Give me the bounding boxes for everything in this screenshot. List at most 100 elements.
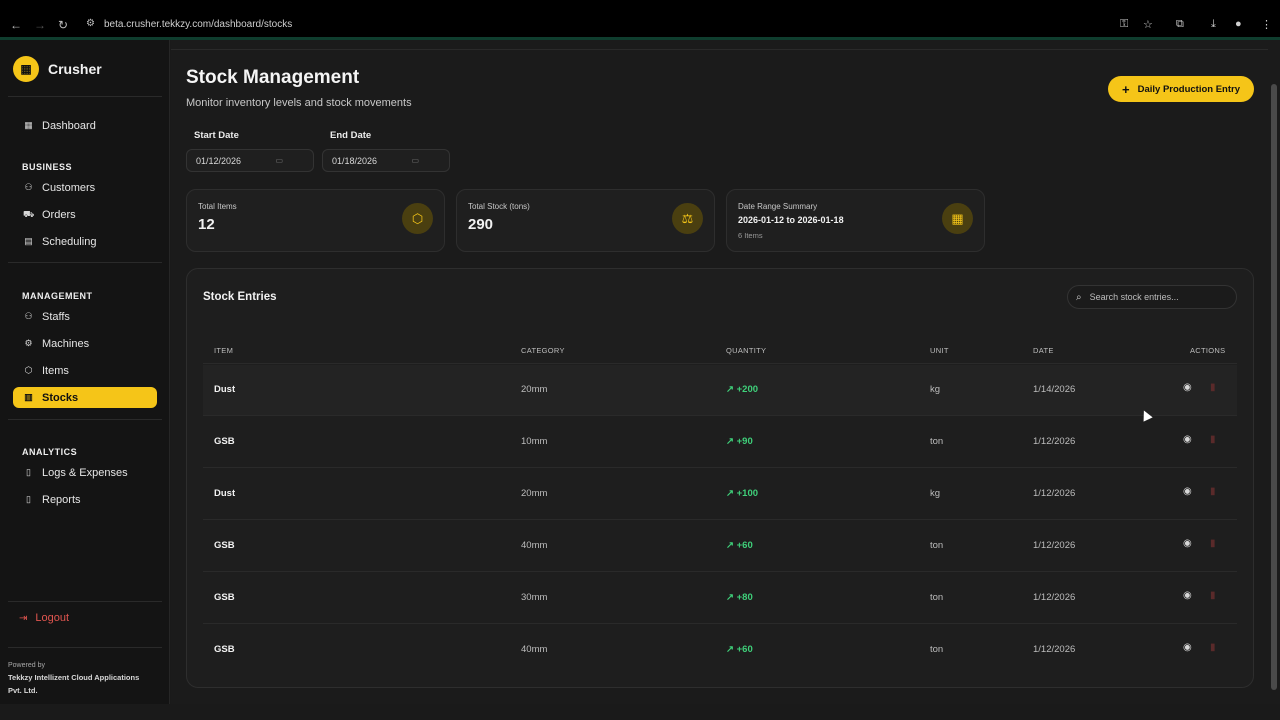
daily-production-entry-button[interactable]: + Daily Production Entry <box>1108 76 1254 102</box>
delete-icon[interactable]: ▮ <box>1210 538 1216 549</box>
view-icon[interactable]: ◉ <box>1183 538 1192 549</box>
stat-card-total-items: Total Items 12 ⬡ <box>186 189 445 252</box>
divider <box>8 601 162 602</box>
forward-icon[interactable]: → <box>34 18 46 32</box>
scrollbar[interactable] <box>1268 40 1280 704</box>
delete-icon[interactable]: ▮ <box>1210 642 1216 653</box>
trend-up-icon: ↗ <box>726 488 737 499</box>
sidebar-item-reports[interactable]: ▯ Reports <box>13 489 157 510</box>
cell-unit: ton <box>930 540 944 551</box>
calendar-icon: ▦ <box>942 203 973 234</box>
delete-icon[interactable]: ▮ <box>1210 590 1216 601</box>
box-icon: ⬡ <box>402 203 433 234</box>
start-date-input[interactable]: 01/12/2026 ▭ <box>186 149 314 172</box>
sidebar-item-customers[interactable]: ⚇ Customers <box>13 177 157 198</box>
divider <box>8 262 162 263</box>
sidebar-item-logs-expenses[interactable]: ▯ Logs & Expenses <box>13 462 157 483</box>
extensions-icon[interactable]: ⧉ <box>1176 18 1184 31</box>
view-icon[interactable]: ◉ <box>1183 382 1192 393</box>
calendar-icon[interactable]: ▭ <box>411 156 419 165</box>
stat-label: Total Items <box>198 202 237 211</box>
column-header: DATE <box>1033 346 1054 355</box>
cell-category: 20mm <box>521 488 548 499</box>
logout-button[interactable]: ⇥ Logout <box>19 612 69 624</box>
plus-icon: + <box>1122 81 1130 97</box>
cell-quantity: ↗ +200 <box>726 384 758 395</box>
stat-value: 12 <box>198 216 215 233</box>
quantity-value: +80 <box>736 592 753 603</box>
stat-card-date-range: Date Range Summary 2026-01-12 to 2026-01… <box>726 189 985 252</box>
table-row[interactable]: Dust 20mm ↗ +200 kg 1/14/2026 ◉ ▮ <box>203 365 1237 416</box>
view-icon[interactable]: ◉ <box>1183 590 1192 601</box>
cell-quantity: ↗ +60 <box>726 644 753 655</box>
delete-icon[interactable]: ▮ <box>1210 382 1216 393</box>
table-row[interactable]: GSB 40mm ↗ +60 ton 1/12/2026 ◉ ▮ <box>203 521 1237 572</box>
stat-sub: 6 Items <box>738 231 763 240</box>
dashboard-icon: ▦ <box>24 120 33 130</box>
table-row[interactable]: Dust 20mm ↗ +100 kg 1/12/2026 ◉ ▮ <box>203 469 1237 520</box>
view-icon[interactable]: ◉ <box>1183 486 1192 497</box>
quantity-value: +60 <box>736 540 753 551</box>
stat-label: Date Range Summary <box>738 202 818 211</box>
search-box[interactable]: ⌕ <box>1067 285 1237 309</box>
stat-value: 2026-01-12 to 2026-01-18 <box>738 215 844 225</box>
cell-date: 1/12/2026 <box>1033 540 1076 551</box>
header-divider <box>171 49 1268 50</box>
sidebar-item-machines[interactable]: ⚙ Machines <box>13 333 157 354</box>
view-icon[interactable]: ◉ <box>1183 434 1192 445</box>
address-bar[interactable]: beta.crusher.tekkzy.com/dashboard/stocks <box>104 19 292 30</box>
divider <box>8 419 162 420</box>
sidebar-item-dashboard[interactable]: ▦ Dashboard <box>13 115 157 136</box>
download-icon[interactable]: ⤓ <box>1211 18 1216 31</box>
quantity-value: +90 <box>736 436 753 447</box>
brand-logo[interactable]: ▦ Crusher <box>13 56 102 82</box>
site-info-icon[interactable]: ⚙ <box>86 18 95 29</box>
sidebar-item-label: Logs & Expenses <box>42 466 128 479</box>
panel-title: Stock Entries <box>203 291 277 303</box>
profile-avatar[interactable]: ● <box>1235 18 1242 30</box>
trend-up-icon: ↗ <box>726 644 737 655</box>
cell-quantity: ↗ +80 <box>726 592 753 603</box>
back-icon[interactable]: ← <box>10 18 22 32</box>
cell-unit: ton <box>930 592 944 603</box>
sidebar-item-label: Orders <box>42 208 76 221</box>
cell-unit: ton <box>930 644 944 655</box>
reload-icon[interactable]: ↻ <box>58 18 68 32</box>
sidebar-item-items[interactable]: ⬡ Items <box>13 360 157 381</box>
delete-icon[interactable]: ▮ <box>1210 486 1216 497</box>
column-header: ITEM <box>214 346 234 355</box>
table-row[interactable]: GSB 40mm ↗ +60 ton 1/12/2026 ◉ ▮ <box>203 625 1237 676</box>
search-input[interactable] <box>1089 292 1220 302</box>
powered-by-label: Powered by <box>8 662 45 669</box>
quantity-value: +200 <box>736 384 759 395</box>
table-row[interactable]: GSB 10mm ↗ +90 ton 1/12/2026 ◉ ▮ <box>203 417 1237 468</box>
key-icon[interactable]: ⚿ <box>1120 18 1128 31</box>
sidebar-item-stocks[interactable]: ▥ Stocks <box>13 387 157 408</box>
cell-item: Dust <box>214 384 236 395</box>
sidebar-item-staffs[interactable]: ⚇ Staffs <box>13 306 157 327</box>
sidebar-item-scheduling[interactable]: ▤ Scheduling <box>13 231 157 252</box>
grid-icon: ▦ <box>13 56 39 82</box>
view-icon[interactable]: ◉ <box>1183 642 1192 653</box>
logout-label: Logout <box>35 612 70 624</box>
search-icon: ⌕ <box>1076 291 1082 303</box>
sidebar-item-orders[interactable]: ⛟ Orders <box>13 204 157 225</box>
trend-up-icon: ↗ <box>726 540 737 551</box>
delete-icon[interactable]: ▮ <box>1210 434 1216 445</box>
company-name: Tekkzy Intellizent Cloud Applications <box>8 673 140 682</box>
calendar-icon[interactable]: ▭ <box>275 156 283 165</box>
end-date-input[interactable]: 01/18/2026 ▭ <box>322 149 450 172</box>
start-date-value: 01/12/2026 <box>196 155 242 166</box>
sidebar-item-label: Reports <box>42 493 81 506</box>
scrollbar-thumb[interactable] <box>1271 84 1277 690</box>
trend-up-icon: ↗ <box>726 436 737 447</box>
star-icon[interactable]: ☆ <box>1143 18 1153 31</box>
cell-category: 10mm <box>521 436 548 447</box>
table-row[interactable]: GSB 30mm ↗ +80 ton 1/12/2026 ◉ ▮ <box>203 573 1237 624</box>
cell-item: GSB <box>214 592 235 603</box>
trend-up-icon: ↗ <box>726 384 737 395</box>
page-title: Stock Management <box>186 67 360 88</box>
cell-unit: kg <box>930 488 941 499</box>
section-business: BUSINESS <box>22 162 73 172</box>
menu-icon[interactable]: ⋮ <box>1261 18 1272 31</box>
